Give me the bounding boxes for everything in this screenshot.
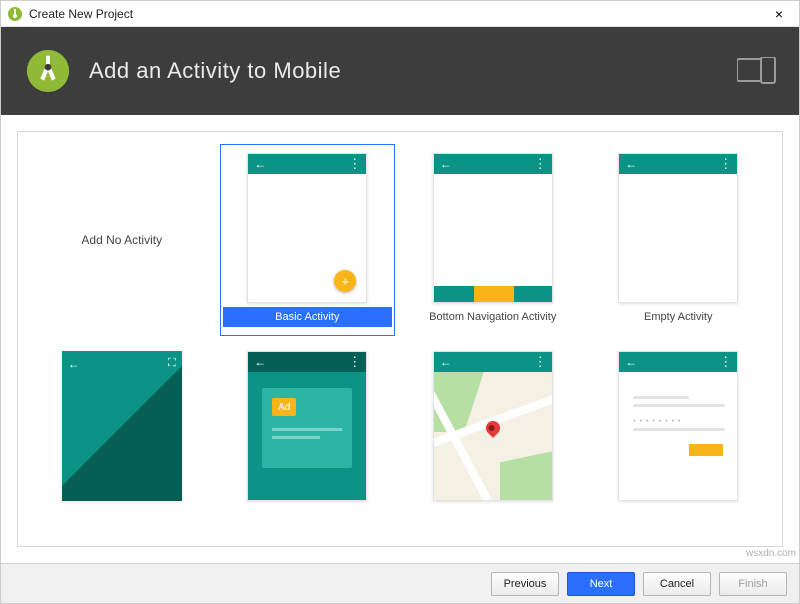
back-arrow-icon: ← — [254, 355, 266, 369]
back-arrow-icon: ← — [254, 157, 266, 171]
fab-icon: + — [334, 270, 356, 292]
template-thumbnail: ← ⋮ — [433, 351, 553, 501]
thumbnail-appbar: ← ⋮ — [248, 352, 366, 372]
watermark: wsxdn.com — [746, 548, 796, 559]
login-field — [633, 404, 725, 407]
overflow-menu-icon: ⋮ — [534, 156, 546, 172]
close-icon[interactable]: × — [765, 6, 793, 22]
template-bottom-navigation-activity[interactable]: ← ⋮ Bottom Navigation Activity — [405, 144, 581, 336]
ad-line — [272, 428, 342, 431]
template-thumbnail: ← ⋮ Ad — [247, 351, 367, 501]
template-label — [594, 505, 764, 525]
template-label: Add No Activity — [81, 147, 162, 333]
template-label — [37, 505, 207, 525]
template-label — [223, 505, 393, 525]
template-admob-ads-activity[interactable]: ← ⋮ Ad — [220, 342, 396, 534]
back-arrow-icon: ← — [68, 357, 80, 371]
thumbnail-appbar: ← ⋮ — [248, 154, 366, 174]
wizard-banner: Add an Activity to Mobile — [1, 27, 799, 115]
template-fullscreen-activity[interactable]: ← ⛶ — [34, 342, 210, 534]
back-arrow-icon: ← — [440, 157, 452, 171]
map-region — [500, 450, 553, 501]
template-thumbnail: ← ⋮ + — [247, 153, 367, 303]
overflow-menu-icon: ⋮ — [348, 354, 360, 370]
template-label: Basic Activity — [223, 307, 393, 327]
thumbnail-bottom-nav — [434, 286, 552, 302]
template-label: Empty Activity — [594, 307, 764, 327]
template-thumbnail: ← ⛶ — [62, 351, 182, 501]
overflow-menu-icon: ⋮ — [348, 156, 360, 172]
finish-button[interactable]: Finish — [719, 572, 787, 596]
wizard-footer: Previous Next Cancel Finish — [1, 563, 799, 603]
template-add-no-activity[interactable]: Add No Activity — [34, 144, 210, 336]
template-basic-activity[interactable]: ← ⋮ + Basic Activity — [220, 144, 396, 336]
banner-title: Add an Activity to Mobile — [89, 58, 341, 84]
ad-card: Ad — [262, 388, 352, 468]
back-arrow-icon: ← — [625, 355, 637, 369]
fullscreen-icon: ⛶ — [168, 357, 176, 370]
overflow-menu-icon: ⋮ — [534, 354, 546, 370]
android-studio-logo-icon — [25, 48, 71, 94]
login-password: • • • • • • • • — [633, 418, 681, 421]
template-login-activity[interactable]: ← ⋮ • • • • • • • • — [591, 342, 767, 534]
ad-line — [272, 436, 320, 439]
template-label: Bottom Navigation Activity — [408, 307, 578, 327]
window-title: Create New Project — [29, 7, 765, 21]
thumbnail-appbar: ← ⋮ — [619, 154, 737, 174]
template-grid: Add No Activity ← ⋮ + Basic Activity ← ⋮… — [17, 131, 783, 547]
overflow-menu-icon: ⋮ — [719, 354, 731, 370]
android-studio-icon — [7, 6, 23, 22]
login-button-glyph — [689, 444, 723, 456]
template-google-maps-activity[interactable]: ← ⋮ — [405, 342, 581, 534]
thumbnail-appbar: ← ⋮ — [619, 352, 737, 372]
template-label — [408, 505, 578, 525]
back-arrow-icon: ← — [440, 355, 452, 369]
cancel-button[interactable]: Cancel — [643, 572, 711, 596]
thumbnail-appbar: ← ⋮ — [434, 352, 552, 372]
content-area: Add No Activity ← ⋮ + Basic Activity ← ⋮… — [1, 115, 799, 563]
next-button[interactable]: Next — [567, 572, 635, 596]
back-arrow-icon: ← — [625, 157, 637, 171]
template-thumbnail: ← ⋮ — [433, 153, 553, 303]
previous-button[interactable]: Previous — [491, 572, 559, 596]
template-thumbnail: ← ⋮ — [618, 153, 738, 303]
device-icon — [737, 57, 777, 85]
login-field — [633, 396, 689, 399]
login-field — [633, 428, 725, 431]
overflow-menu-icon: ⋮ — [719, 156, 731, 172]
titlebar: Create New Project × — [1, 1, 799, 27]
thumbnail-appbar: ← ⋮ — [434, 154, 552, 174]
template-empty-activity[interactable]: ← ⋮ Empty Activity — [591, 144, 767, 336]
ad-badge: Ad — [272, 398, 296, 416]
template-thumbnail: ← ⋮ • • • • • • • • — [618, 351, 738, 501]
